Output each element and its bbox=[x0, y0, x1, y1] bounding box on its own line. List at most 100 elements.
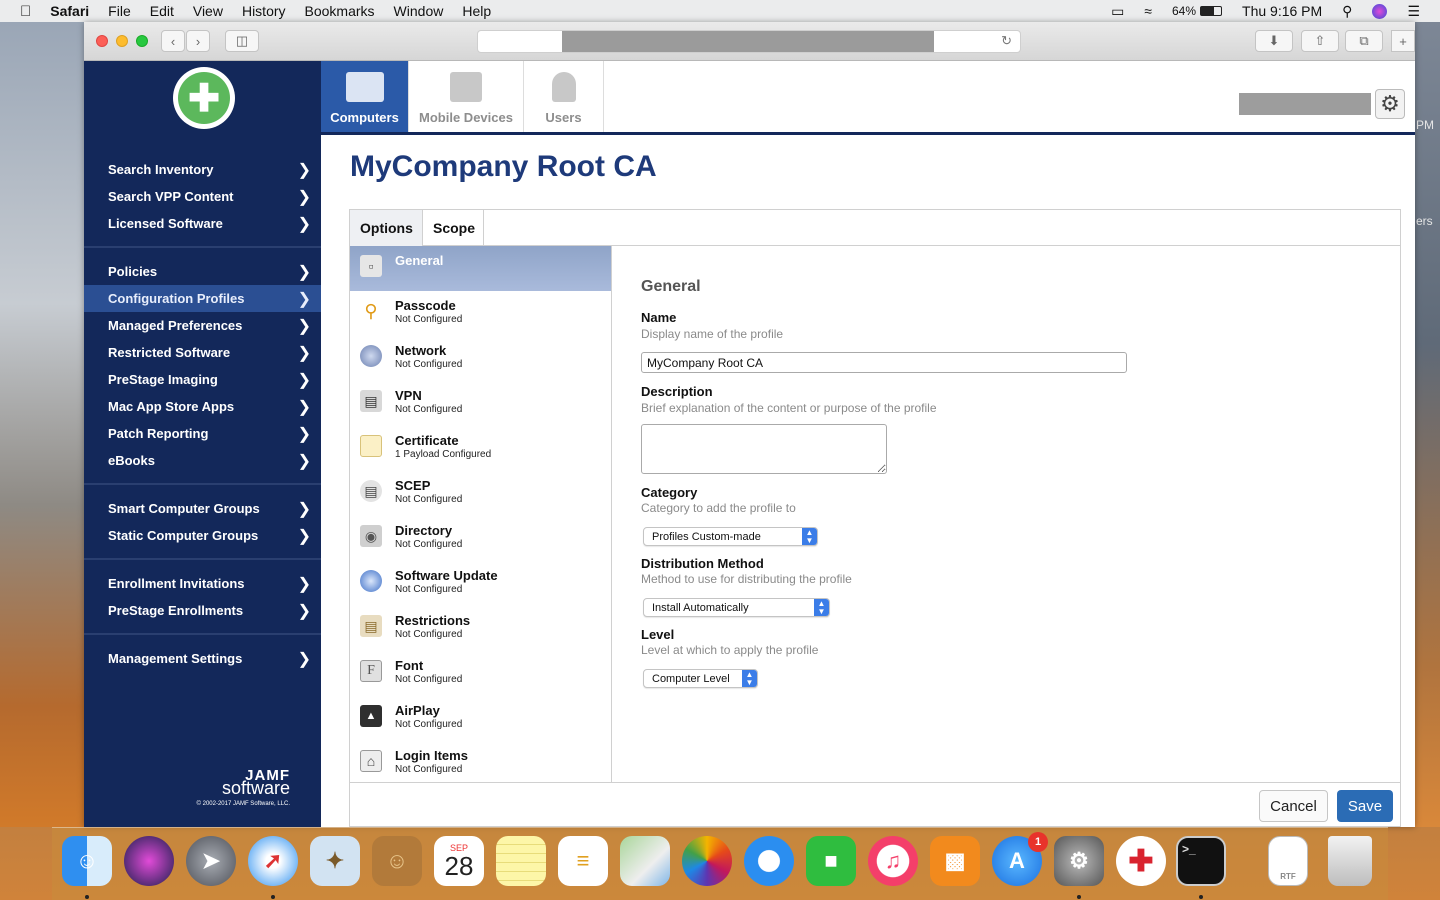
zoom-window-button[interactable] bbox=[136, 35, 148, 47]
payload-airplay[interactable]: ▲ AirPlay Not Configured bbox=[350, 696, 611, 741]
sidebar-item-restricted-software[interactable]: Restricted Software ❯ bbox=[84, 339, 321, 366]
battery-percent[interactable]: 64% bbox=[1172, 4, 1196, 18]
save-button[interactable]: Save bbox=[1337, 790, 1393, 822]
app-store-icon[interactable]: A 1 bbox=[992, 832, 1048, 886]
payload-passcode[interactable]: ⚲ Passcode Not Configured bbox=[350, 291, 611, 336]
address-bar[interactable]: ↻ bbox=[477, 30, 1021, 53]
mail-stamp-icon[interactable]: ✦ bbox=[310, 836, 360, 886]
safari-icon[interactable]: ➚ bbox=[248, 836, 298, 886]
menu-app-name[interactable]: Safari bbox=[50, 3, 89, 19]
tab-scope[interactable]: Scope bbox=[423, 210, 484, 246]
cancel-button[interactable]: Cancel bbox=[1259, 790, 1328, 822]
distribution-label: Distribution Method bbox=[641, 556, 764, 571]
sidebar-item-smart-computer-groups[interactable]: Smart Computer Groups ❯ bbox=[84, 495, 321, 522]
payload-scep[interactable]: ▤ SCEP Not Configured bbox=[350, 471, 611, 516]
redacted-username[interactable] bbox=[1239, 93, 1371, 115]
wifi-icon[interactable]: ≈ bbox=[1144, 3, 1152, 19]
payload-restrictions[interactable]: ▤ Restrictions Not Configured bbox=[350, 606, 611, 651]
chevron-right-icon: ❯ bbox=[297, 650, 311, 668]
system-preferences-icon[interactable]: ⚙ bbox=[1054, 836, 1104, 886]
panel-tabs: Options Scope bbox=[350, 210, 1400, 246]
name-field[interactable] bbox=[641, 352, 1127, 373]
payload-vpn[interactable]: ▤ VPN Not Configured bbox=[350, 381, 611, 426]
sidebar-item-policies[interactable]: Policies ❯ bbox=[84, 258, 321, 285]
menu-bookmarks[interactable]: Bookmarks bbox=[305, 3, 375, 19]
sidebar-item-patch-reporting[interactable]: Patch Reporting ❯ bbox=[84, 420, 321, 447]
contacts-icon[interactable]: ☺ bbox=[372, 836, 422, 886]
scep-lock-icon: ▤ bbox=[360, 480, 382, 502]
menu-file[interactable]: File bbox=[108, 3, 131, 19]
sidebar-item-licensed-software[interactable]: Licensed Software ❯ bbox=[84, 210, 321, 237]
downloads-icon[interactable]: ⬇ bbox=[1255, 30, 1293, 52]
payload-font[interactable]: F Font Not Configured bbox=[350, 651, 611, 696]
messages-icon[interactable] bbox=[744, 836, 794, 886]
menu-history[interactable]: History bbox=[242, 3, 286, 19]
battery-icon[interactable] bbox=[1200, 6, 1223, 16]
sidebar-item-search-vpp-content[interactable]: Search VPP Content ❯ bbox=[84, 183, 321, 210]
clock[interactable]: Thu 9:16 PM bbox=[1242, 3, 1322, 19]
tab-mobile-devices[interactable]: Mobile Devices bbox=[409, 61, 524, 132]
sidebar-toggle-icon[interactable]: ◫ bbox=[225, 30, 259, 52]
tabs-overview-icon[interactable]: ⧉ bbox=[1345, 30, 1383, 52]
sidebar-item-managed-preferences[interactable]: Managed Preferences ❯ bbox=[84, 312, 321, 339]
payload-network[interactable]: Network Not Configured bbox=[350, 336, 611, 381]
menu-window[interactable]: Window bbox=[394, 3, 444, 19]
siri-icon[interactable] bbox=[1372, 3, 1388, 19]
facetime-icon[interactable]: ■ bbox=[806, 836, 856, 886]
back-button[interactable]: ‹ bbox=[161, 30, 185, 52]
notification-center-icon[interactable]: ☰ bbox=[1407, 3, 1420, 20]
sidebar-item-ebooks[interactable]: eBooks ❯ bbox=[84, 447, 321, 474]
menu-help[interactable]: Help bbox=[462, 3, 491, 19]
tab-computers[interactable]: Computers bbox=[321, 61, 409, 132]
close-window-button[interactable] bbox=[96, 35, 108, 47]
trash-icon[interactable] bbox=[1328, 836, 1372, 886]
running-indicator bbox=[85, 895, 89, 899]
payload-login-items[interactable]: ⌂ Login Items Not Configured bbox=[350, 741, 611, 782]
sidebar-item-search-inventory[interactable]: Search Inventory ❯ bbox=[84, 156, 321, 183]
payload-software-update[interactable]: Software Update Not Configured bbox=[350, 561, 611, 606]
notes-icon[interactable] bbox=[496, 836, 546, 886]
reload-icon[interactable]: ↻ bbox=[1001, 33, 1012, 49]
payload-certificate[interactable]: Certificate 1 Payload Configured bbox=[350, 426, 611, 471]
sidebar-item-enrollment-invitations[interactable]: Enrollment Invitations ❯ bbox=[84, 570, 321, 597]
payload-general[interactable]: ▫ General bbox=[350, 246, 611, 291]
calendar-icon[interactable]: SEP 28 bbox=[434, 836, 484, 886]
description-field[interactable] bbox=[641, 424, 887, 474]
new-tab-button[interactable]: + bbox=[1391, 30, 1415, 52]
siri-dock-icon[interactable] bbox=[124, 836, 174, 886]
apple-menu-icon[interactable]:  bbox=[20, 3, 31, 20]
sidebar-item-management-settings[interactable]: Management Settings ❯ bbox=[84, 645, 321, 672]
key-icon: ⚲ bbox=[364, 300, 378, 321]
category-select[interactable]: Profiles Custom-made ▲ ▼ bbox=[643, 527, 818, 546]
sidebar-item-prestage-enrollments[interactable]: PreStage Enrollments ❯ bbox=[84, 597, 321, 624]
itunes-icon[interactable]: ♫ bbox=[868, 836, 918, 886]
tab-options[interactable]: Options bbox=[350, 210, 423, 246]
distribution-select[interactable]: Install Automatically ▲ ▼ bbox=[643, 598, 830, 617]
level-select[interactable]: Computer Level ▲ ▼ bbox=[643, 669, 758, 688]
payload-directory[interactable]: ◉ Directory Not Configured bbox=[350, 516, 611, 561]
rtf-document-icon[interactable]: RTF bbox=[1268, 836, 1308, 886]
minimize-window-button[interactable] bbox=[116, 35, 128, 47]
gear-icon[interactable]: ⚙ bbox=[1375, 89, 1405, 119]
font-icon: F bbox=[360, 660, 382, 682]
menu-edit[interactable]: Edit bbox=[150, 3, 174, 19]
sidebar-item-configuration-profiles[interactable]: Configuration Profiles ❯ bbox=[84, 285, 321, 312]
tab-users[interactable]: Users bbox=[524, 61, 604, 132]
sidebar-item-mac-app-store-apps[interactable]: Mac App Store Apps ❯ bbox=[84, 393, 321, 420]
sidebar-item-static-computer-groups[interactable]: Static Computer Groups ❯ bbox=[84, 522, 321, 549]
terminal-icon[interactable]: >_ bbox=[1176, 836, 1226, 886]
spotlight-search-icon[interactable]: ⚲ bbox=[1342, 3, 1352, 20]
jamf-logo[interactable]: ✚ bbox=[173, 67, 235, 129]
menu-view[interactable]: View bbox=[193, 3, 223, 19]
ibooks-icon[interactable]: ▩ bbox=[930, 836, 980, 886]
airplay-status-icon[interactable]: ▭ bbox=[1111, 3, 1124, 20]
finder-icon[interactable]: ☺ bbox=[62, 836, 112, 886]
self-service-icon[interactable]: ✚ bbox=[1116, 836, 1166, 886]
reminders-icon[interactable]: ≡ bbox=[558, 836, 608, 886]
launchpad-icon[interactable]: ➤ bbox=[186, 836, 236, 886]
sidebar-item-prestage-imaging[interactable]: PreStage Imaging ❯ bbox=[84, 366, 321, 393]
maps-icon[interactable] bbox=[620, 836, 670, 886]
forward-button[interactable]: › bbox=[186, 30, 210, 52]
share-icon[interactable]: ⇧ bbox=[1301, 30, 1339, 52]
photos-icon[interactable] bbox=[682, 836, 732, 886]
